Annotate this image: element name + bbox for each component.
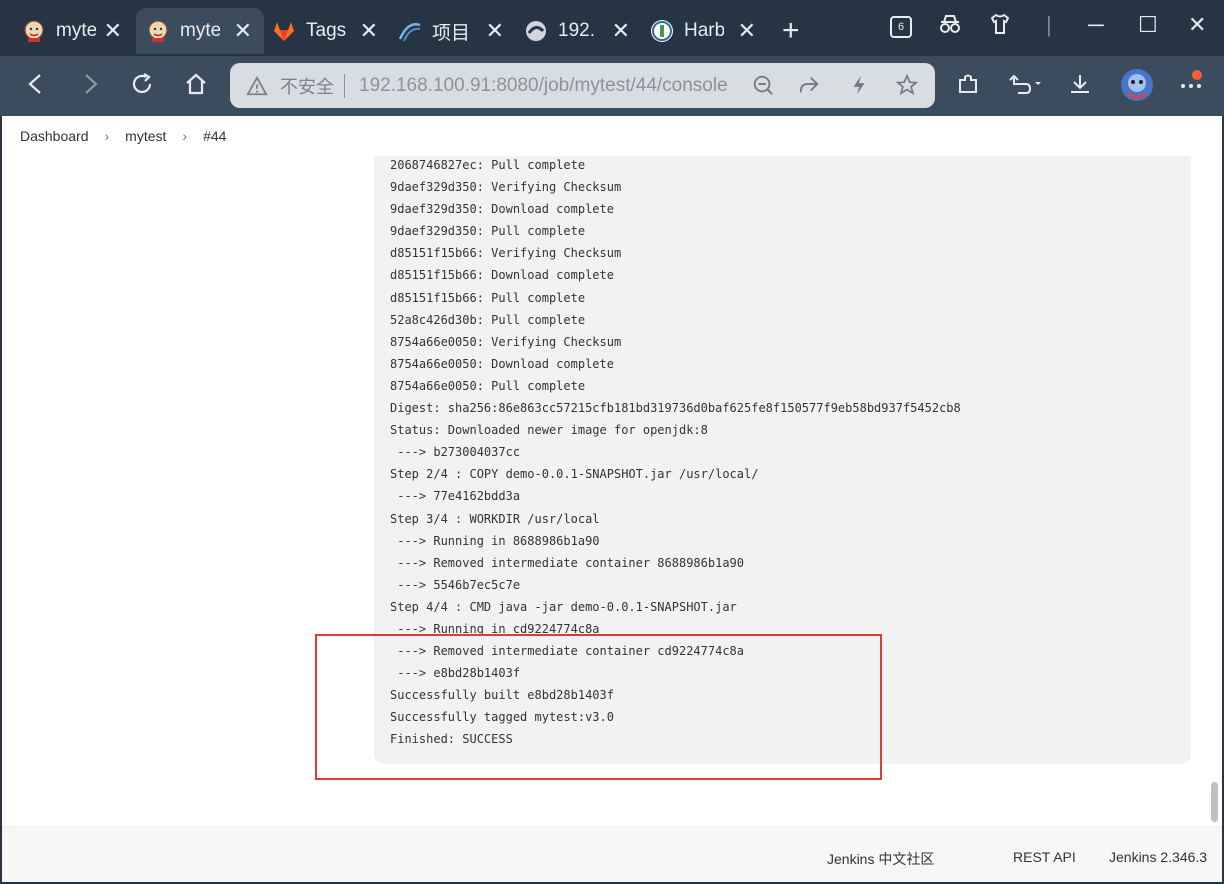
zoom-icon[interactable] — [752, 74, 774, 102]
console-line: d85151f15b66: Download complete — [390, 268, 614, 283]
tab-project[interactable]: 项目 ✕ — [390, 8, 516, 54]
console-line: 9daef329d350: Verifying Checksum — [390, 180, 622, 195]
console-line: 2068746827ec: Pull complete — [390, 158, 586, 172]
tab-label: 192. — [558, 20, 595, 41]
share-icon[interactable] — [798, 74, 820, 102]
forward-button[interactable] — [78, 72, 102, 103]
console-line: d85151f15b66: Verifying Checksum — [390, 246, 622, 261]
incognito-icon[interactable] — [938, 12, 962, 42]
new-tab-button[interactable]: + — [782, 14, 800, 48]
breadcrumb-dashboard[interactable]: Dashboard — [20, 128, 89, 144]
console-line: 8754a66e0050: Pull complete — [390, 378, 586, 393]
warning-icon[interactable] — [246, 75, 268, 97]
footer-community-link[interactable]: Jenkins 中文社区 — [827, 849, 934, 869]
console-line: d85151f15b66: Pull complete — [390, 290, 586, 305]
close-icon[interactable]: ✕ — [738, 18, 756, 44]
console-line: Step 2/4 : COPY demo-0.0.1-SNAPSHOT.jar … — [390, 467, 759, 482]
avatar[interactable] — [1120, 68, 1154, 109]
console-line: ---> 77e4162bdd3a — [390, 489, 521, 504]
tab-label: 项目 — [432, 22, 471, 44]
console-line: Step 4/4 : CMD java -jar demo-0.0.1-SNAP… — [390, 599, 737, 614]
tab-jenkins-2[interactable]: mytest ✕ — [136, 8, 264, 54]
console-line: ---> Removed intermediate container 8688… — [390, 555, 745, 570]
back-button[interactable] — [24, 72, 48, 103]
console-line: Digest: sha256:86e863cc57215cfb181bd3197… — [390, 401, 961, 416]
console-line: 9daef329d350: Download complete — [390, 202, 614, 217]
console-line: ---> Running in 8688986b1a90 — [390, 533, 600, 548]
shirt-icon[interactable] — [988, 12, 1012, 42]
browser-toolbar: 不安全 192.168.100.91:8080/job/mytest/44/co… — [0, 56, 1224, 116]
insecure-label: 不安全 — [280, 76, 334, 97]
harbor-icon — [650, 19, 674, 43]
download-icon[interactable] — [1068, 72, 1092, 103]
history-icon[interactable] — [1008, 72, 1042, 103]
footer-version-link[interactable]: Jenkins 2.346.3 — [1109, 849, 1207, 865]
console-line: 52a8c426d30b: Pull complete — [390, 312, 586, 327]
close-icon[interactable]: ✕ — [360, 18, 378, 44]
jenkins-icon — [146, 19, 170, 43]
console-line: 8754a66e0050: Download complete — [390, 356, 614, 371]
tab-label: Tags — [306, 20, 346, 41]
url-text[interactable]: 192.168.100.91:8080/job/mytest/44/consol… — [359, 75, 729, 97]
close-icon[interactable]: ✕ — [234, 18, 252, 44]
tab-strip: mytest ✕ mytest ✕ Tags ✕ 项目 ✕ — [0, 0, 1224, 62]
close-icon[interactable]: ✕ — [486, 18, 504, 44]
close-icon[interactable]: ✕ — [104, 18, 122, 44]
divider: | — [1046, 12, 1052, 37]
console-line: Status: Downloaded newer image for openj… — [390, 423, 708, 438]
address-bar[interactable]: 不安全 192.168.100.91:8080/job/mytest/44/co… — [230, 63, 935, 108]
breadcrumb-job[interactable]: mytest — [125, 128, 166, 144]
breadcrumb-build[interactable]: #44 — [203, 128, 226, 144]
tab-gitlab-tags[interactable]: Tags ✕ — [264, 8, 390, 54]
swoosh-icon — [398, 19, 422, 43]
home-button[interactable] — [184, 72, 208, 103]
console-line: Step 3/4 : WORKDIR /usr/local — [390, 511, 600, 526]
lightning-icon[interactable] — [848, 74, 870, 102]
gitlab-icon — [272, 19, 296, 43]
tab-label: mytest — [56, 20, 96, 41]
jenkins-icon — [22, 19, 46, 43]
reload-button[interactable] — [130, 72, 154, 103]
highlight-box — [315, 634, 882, 780]
close-icon[interactable]: ✕ — [612, 18, 630, 44]
browser-window: mytest ✕ mytest ✕ Tags ✕ 项目 ✕ — [0, 0, 1224, 884]
tab-count-button[interactable]: 6 — [890, 16, 912, 38]
more-menu-icon[interactable] — [1178, 70, 1204, 103]
console-line: 9daef329d350: Pull complete — [390, 224, 586, 239]
tab-label: mytest — [180, 20, 220, 41]
tab-label: Harbor — [684, 20, 724, 41]
minimize-button[interactable]: ─ — [1088, 12, 1104, 38]
console-line: ---> 5546b7ec5c7e — [390, 577, 521, 592]
page-content: Dashboard › mytest › #44 2068746827ec: P… — [2, 116, 1222, 882]
chevron-right-icon: › — [104, 128, 110, 144]
footer-rest-api-link[interactable]: REST API — [1013, 849, 1076, 865]
tab-ip[interactable]: 192. ✕ — [516, 8, 642, 54]
footer: Jenkins 中文社区 REST API Jenkins 2.346.3 — [2, 826, 1222, 882]
edge-icon — [524, 19, 548, 43]
window-close-button[interactable]: ✕ — [1188, 12, 1206, 38]
tab-count-badge: 6 — [897, 21, 905, 33]
divider — [344, 73, 345, 98]
maximize-button[interactable]: ☐ — [1138, 12, 1158, 38]
chevron-right-icon: › — [182, 128, 188, 144]
console-line: 8754a66e0050: Verifying Checksum — [390, 334, 622, 349]
scrollbar[interactable] — [1211, 782, 1218, 822]
extensions-icon[interactable] — [956, 72, 980, 103]
breadcrumb: Dashboard › mytest › #44 — [2, 116, 1222, 156]
star-icon[interactable] — [895, 73, 919, 102]
console-line: ---> b273004037cc — [390, 445, 521, 460]
tab-harbor[interactable]: Harbor ✕ — [642, 8, 768, 54]
tab-jenkins-1[interactable]: mytest ✕ — [0, 8, 134, 54]
